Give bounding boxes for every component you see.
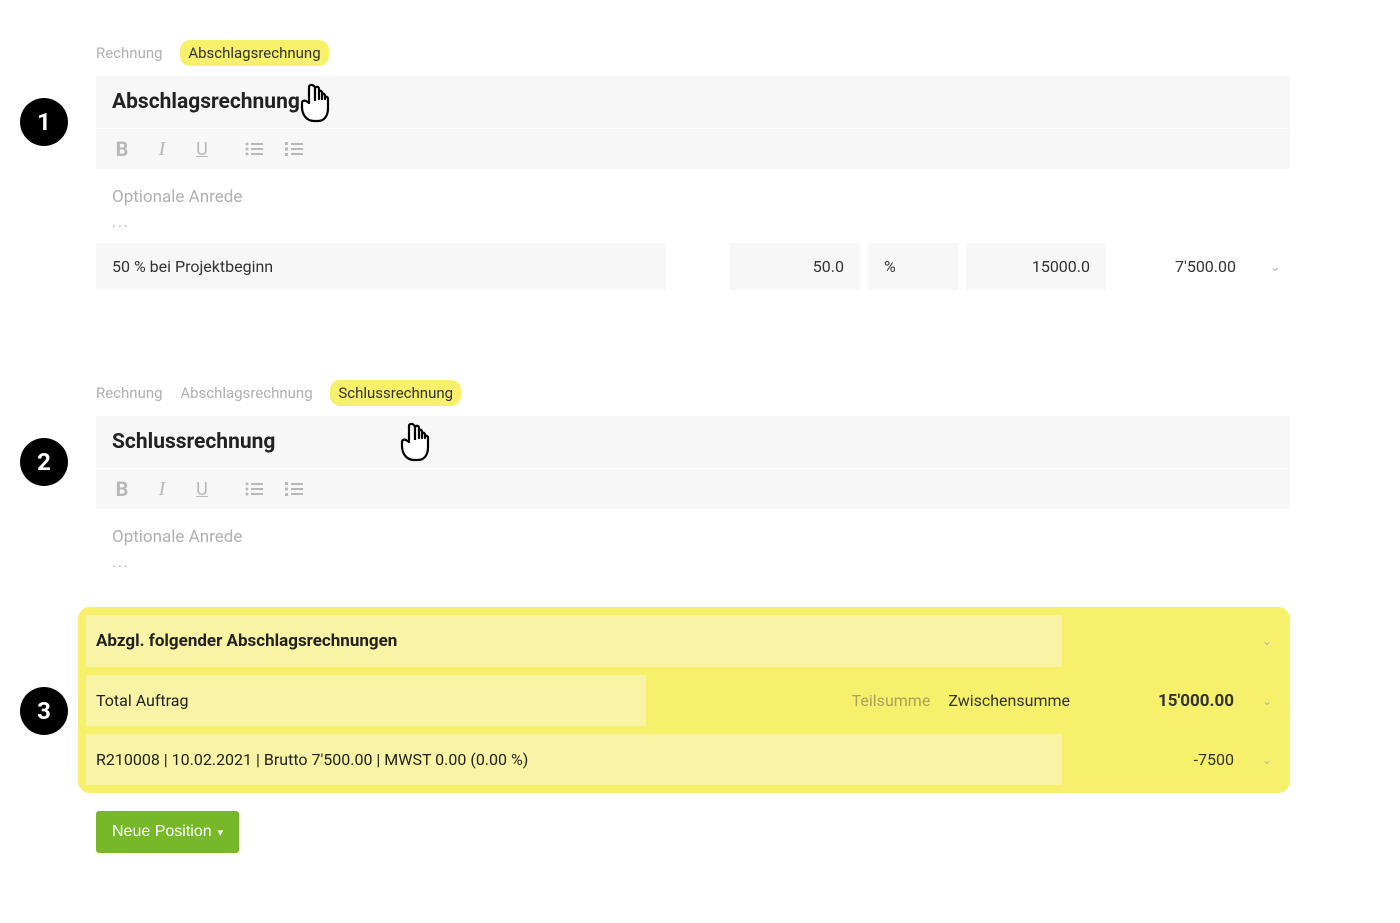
italic-button[interactable]: I: [152, 479, 172, 499]
deduction-line-input[interactable]: R210008 | 10.02.2021 | Brutto 7'500.00 |…: [86, 734, 1062, 785]
line-item-row: 50 % bei Projektbeginn 50.0 % 15000.0 7'…: [96, 243, 1290, 290]
section-title-input[interactable]: Schlussrechnung: [96, 416, 1290, 468]
new-position-button[interactable]: Neue Position ▾: [96, 811, 239, 853]
ellipsis-marker: ...: [96, 213, 1290, 237]
step-number-3: 3: [37, 697, 51, 725]
line-item-description[interactable]: 50 % bei Projektbeginn: [96, 243, 666, 290]
chevron-down-icon: ⌄: [1270, 260, 1280, 274]
text-toolbar: B I U: [96, 128, 1290, 169]
salutation-input[interactable]: Optionale Anrede: [96, 169, 1290, 213]
bold-button[interactable]: B: [112, 479, 132, 499]
breadcrumb-item-abschlagsrechnung[interactable]: Abschlagsrechnung: [180, 384, 312, 402]
deduction-value: -7500: [1084, 750, 1244, 769]
bullet-list-button[interactable]: [244, 139, 264, 159]
line-item-quantity[interactable]: 50.0: [730, 243, 860, 290]
line-item-unit[interactable]: %: [868, 243, 958, 290]
zwischensumme-label: Zwischensumme: [948, 691, 1070, 710]
breadcrumb: Rechnung Abschlagsrechnung: [96, 30, 1290, 76]
numbered-list-button[interactable]: [284, 139, 304, 159]
new-position-label: Neue Position: [112, 823, 212, 841]
bullet-list-button[interactable]: [244, 479, 264, 499]
step-badge-3: 3: [20, 687, 68, 735]
subtotal-expand[interactable]: ⌄: [1252, 694, 1282, 708]
bold-button[interactable]: B: [112, 139, 132, 159]
breadcrumb-item-rechnung[interactable]: Rechnung: [96, 384, 163, 402]
ellipsis-marker: ...: [96, 553, 1290, 577]
breadcrumb-item-schlussrechnung[interactable]: Schlussrechnung: [330, 380, 461, 406]
step-badge-1: 1: [20, 98, 68, 146]
breadcrumb-item-abschlagsrechnung[interactable]: Abschlagsrechnung: [180, 40, 328, 66]
underline-button[interactable]: U: [192, 479, 212, 499]
breadcrumb: Rechnung Abschlagsrechnung Schlussrechnu…: [96, 370, 1290, 416]
breadcrumb-item-rechnung[interactable]: Rechnung: [96, 44, 163, 62]
chevron-down-icon: ⌄: [1262, 753, 1272, 767]
numbered-list-button[interactable]: [284, 479, 304, 499]
step-number-1: 1: [37, 108, 51, 136]
line-item-total: 7'500.00: [1114, 243, 1252, 290]
deduction-expand[interactable]: ⌄: [1252, 753, 1282, 767]
chevron-down-icon: ⌄: [1262, 634, 1272, 648]
chevron-down-icon: ⌄: [1262, 694, 1272, 708]
salutation-input[interactable]: Optionale Anrede: [96, 509, 1290, 553]
step-badge-2: 2: [20, 438, 68, 486]
caret-down-icon: ▾: [218, 826, 224, 839]
deductions-expand[interactable]: ⌄: [1252, 634, 1282, 648]
section-title-input[interactable]: Abschlagsrechnung: [96, 76, 1290, 128]
deductions-block: Abzgl. folgender Abschlagsrechnungen ⌄ T…: [78, 607, 1290, 793]
underline-button[interactable]: U: [192, 139, 212, 159]
subtotal-value: 15'000.00: [1084, 691, 1244, 711]
deductions-header-input[interactable]: Abzgl. folgender Abschlagsrechnungen: [86, 615, 1062, 667]
total-auftrag-label[interactable]: Total Auftrag: [86, 675, 646, 726]
step-number-2: 2: [37, 448, 51, 476]
line-item-expand[interactable]: ⌄: [1260, 260, 1290, 274]
line-item-price[interactable]: 15000.0: [966, 243, 1106, 290]
italic-button[interactable]: I: [152, 139, 172, 159]
text-toolbar: B I U: [96, 468, 1290, 509]
teilsumme-label: Teilsumme: [852, 691, 931, 710]
